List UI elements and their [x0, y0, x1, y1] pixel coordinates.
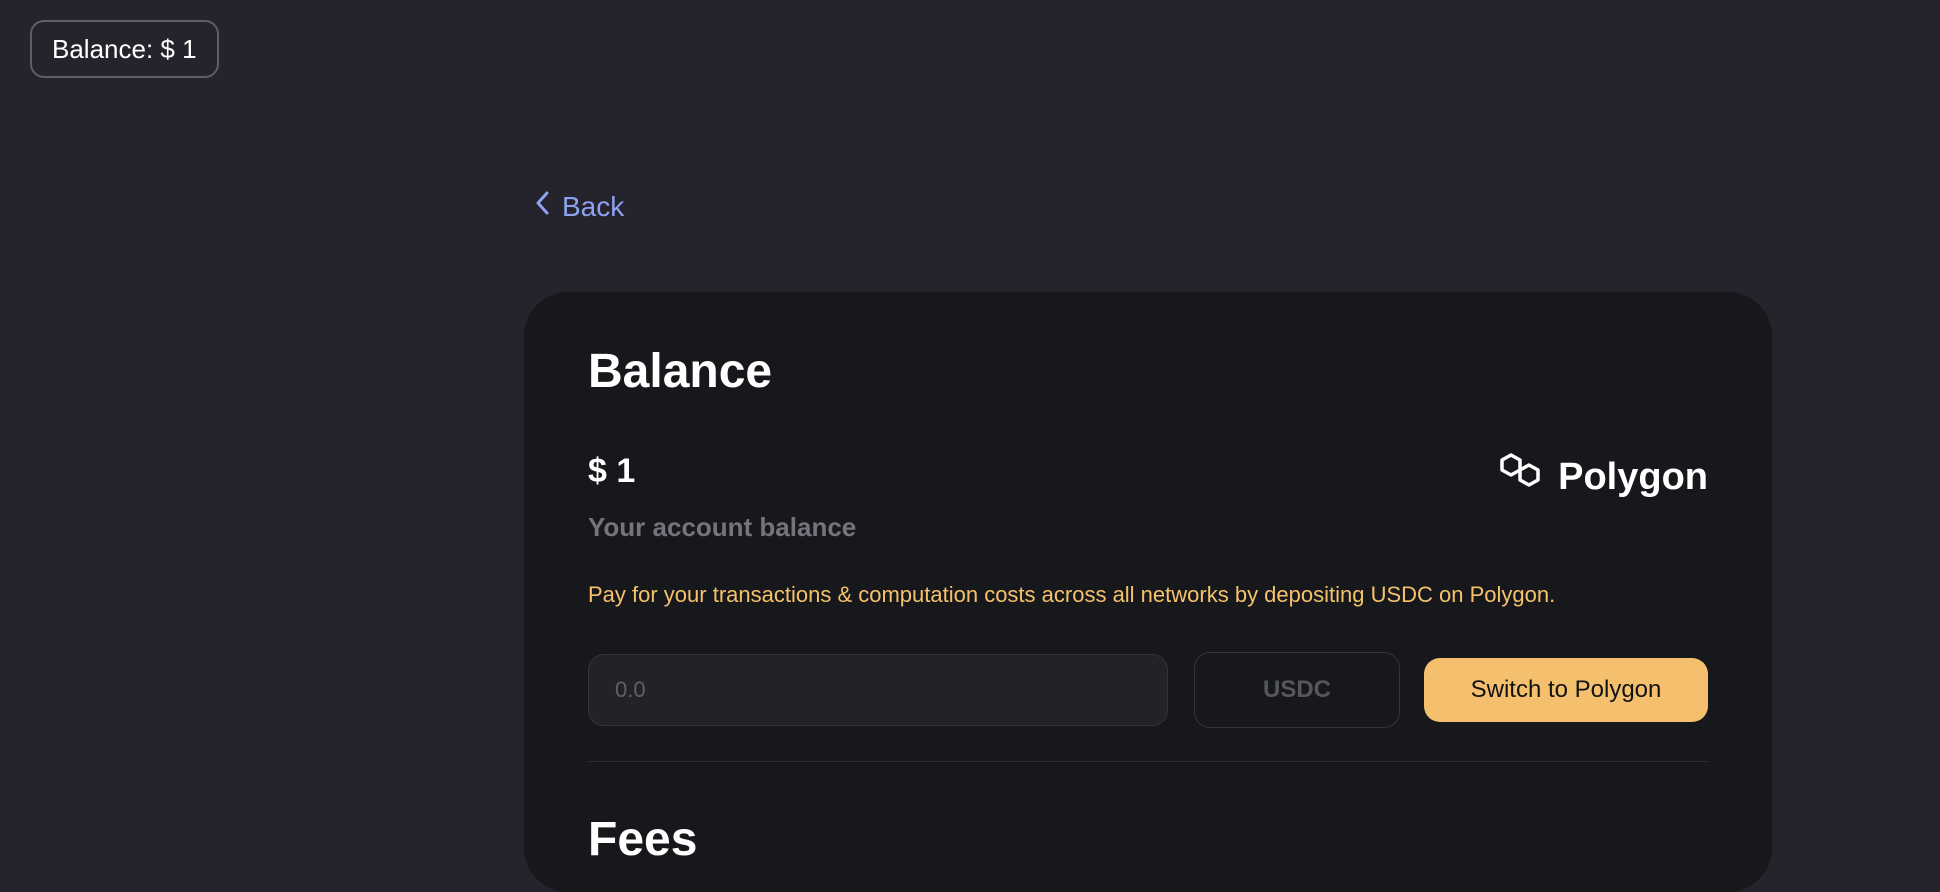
polygon-logo-icon: [1498, 452, 1542, 502]
deposit-amount-input[interactable]: [588, 654, 1168, 726]
balance-pill-label: Balance: $ 1: [52, 33, 197, 64]
token-selector[interactable]: USDC: [1194, 652, 1400, 728]
balance-amount: $ 1: [588, 452, 636, 490]
section-divider: [588, 761, 1708, 762]
token-label: USDC: [1262, 676, 1331, 703]
balance-card: Balance $ 1 Your account balance Polygon…: [524, 292, 1772, 892]
network-indicator: Polygon: [1498, 452, 1708, 502]
balance-title: Balance: [588, 345, 773, 398]
network-name: Polygon: [1558, 455, 1708, 498]
back-label: Back: [562, 190, 625, 222]
deposit-info-text: Pay for your transactions & computation …: [588, 582, 1556, 607]
switch-network-button[interactable]: Switch to Polygon: [1424, 658, 1708, 722]
balance-caption: Your account balance: [588, 512, 857, 542]
chevron-left-icon: [534, 190, 550, 223]
back-link[interactable]: Back: [534, 190, 624, 223]
balance-pill[interactable]: Balance: $ 1: [30, 20, 219, 78]
